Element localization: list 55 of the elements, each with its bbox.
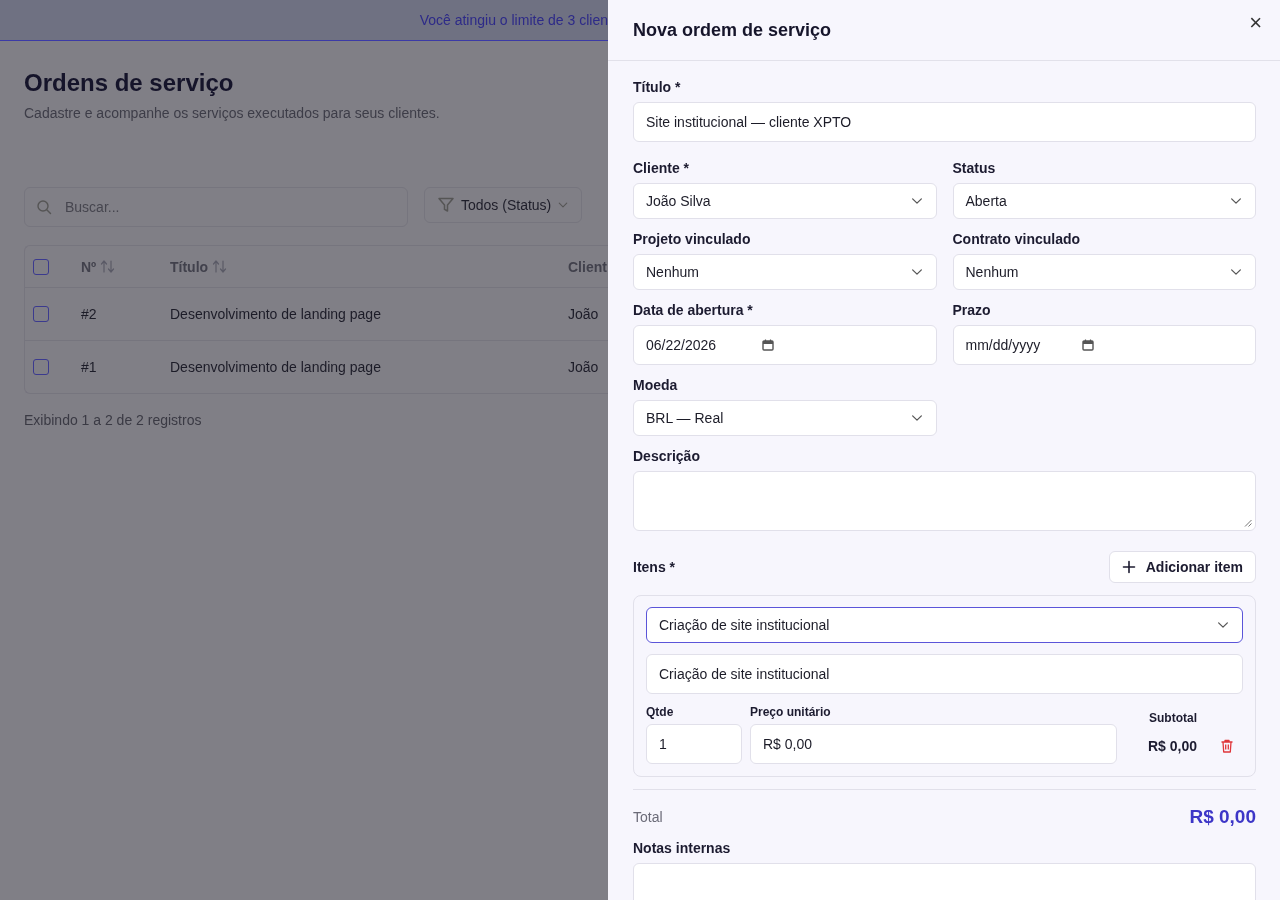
search-field[interactable]: Buscar... bbox=[24, 187, 408, 227]
page-title: Ordens de serviço bbox=[24, 69, 235, 97]
table-cell: João bbox=[568, 359, 599, 375]
plus-icon bbox=[1121, 560, 1136, 574]
search-icon bbox=[36, 199, 52, 215]
record-count: Exibindo 1 a 2 de 2 registros bbox=[24, 412, 203, 428]
calendar-icon bbox=[1081, 339, 1094, 351]
status-filter-button[interactable]: Todos (Status) bbox=[424, 187, 583, 223]
field-label: Notas internas bbox=[633, 840, 732, 856]
date-field[interactable]: mm/dd/yyyy bbox=[952, 325, 1256, 365]
quantity-field[interactable]: 1 bbox=[646, 724, 742, 764]
section-label: Itens * bbox=[633, 559, 675, 575]
item-description-field[interactable]: Criação de site institucional bbox=[646, 654, 1243, 694]
subtotal-value: R$ 0,00 bbox=[1147, 738, 1197, 754]
product-select[interactable]: Criação de site institucional bbox=[646, 607, 1243, 643]
select-field[interactable]: João Silva bbox=[633, 183, 937, 219]
total-value: R$ 0,00 bbox=[1189, 806, 1256, 828]
checkbox[interactable] bbox=[33, 258, 49, 275]
field-label: Preço unitário bbox=[750, 705, 832, 719]
select-field[interactable]: Aberta bbox=[952, 183, 1256, 219]
field-label: Contrato vinculado bbox=[952, 231, 1082, 247]
date-field[interactable]: 06/22/2026 bbox=[633, 325, 937, 365]
add-item-button[interactable]: Adicionar item bbox=[1108, 551, 1256, 583]
table-cell: #1 bbox=[81, 359, 97, 375]
table-cell: João bbox=[568, 306, 599, 322]
field-label: Título * bbox=[633, 79, 682, 95]
field-label: Projeto vinculado bbox=[633, 231, 752, 247]
table-cell: Desenvolvimento de landing page bbox=[170, 359, 381, 375]
table-cell: Desenvolvimento de landing page bbox=[170, 306, 381, 322]
subtotal-label: Subtotal bbox=[1149, 711, 1197, 725]
field-label: Prazo bbox=[952, 302, 992, 318]
filter-icon bbox=[437, 196, 455, 214]
field-label: Cliente * bbox=[633, 160, 690, 176]
trash-icon bbox=[1219, 738, 1235, 754]
banner-text: Você atingiu o limite de 3 clien bbox=[419, 12, 608, 28]
field-label: Qtde bbox=[646, 705, 675, 719]
checkbox[interactable] bbox=[33, 306, 49, 322]
calendar-icon bbox=[762, 339, 774, 351]
resize-handle-icon bbox=[1244, 519, 1252, 527]
description-field[interactable] bbox=[633, 471, 1256, 531]
total-label: Total bbox=[633, 809, 663, 825]
select-field[interactable]: Nenhum bbox=[952, 254, 1256, 290]
table-cell: #2 bbox=[81, 306, 97, 322]
field-label: Descrição bbox=[633, 448, 701, 464]
select-field[interactable]: BRL — Real bbox=[633, 400, 937, 436]
close-button[interactable]: × bbox=[1245, 10, 1266, 36]
unit-price-field[interactable]: R$ 0,00 bbox=[750, 724, 1117, 764]
checkbox[interactable] bbox=[33, 359, 49, 375]
drawer-title: Nova ordem de serviço bbox=[633, 19, 832, 41]
field-label: Data de abertura * bbox=[633, 302, 754, 318]
field-label: Status bbox=[952, 160, 997, 176]
select-field[interactable]: Nenhum bbox=[633, 254, 937, 290]
text-field[interactable]: Site institucional — cliente XPTO bbox=[633, 102, 1256, 142]
page-subtitle: Cadastre e acompanhe os serviços executados para seus clientes. bbox=[24, 105, 441, 121]
field-label: Moeda bbox=[633, 377, 679, 393]
